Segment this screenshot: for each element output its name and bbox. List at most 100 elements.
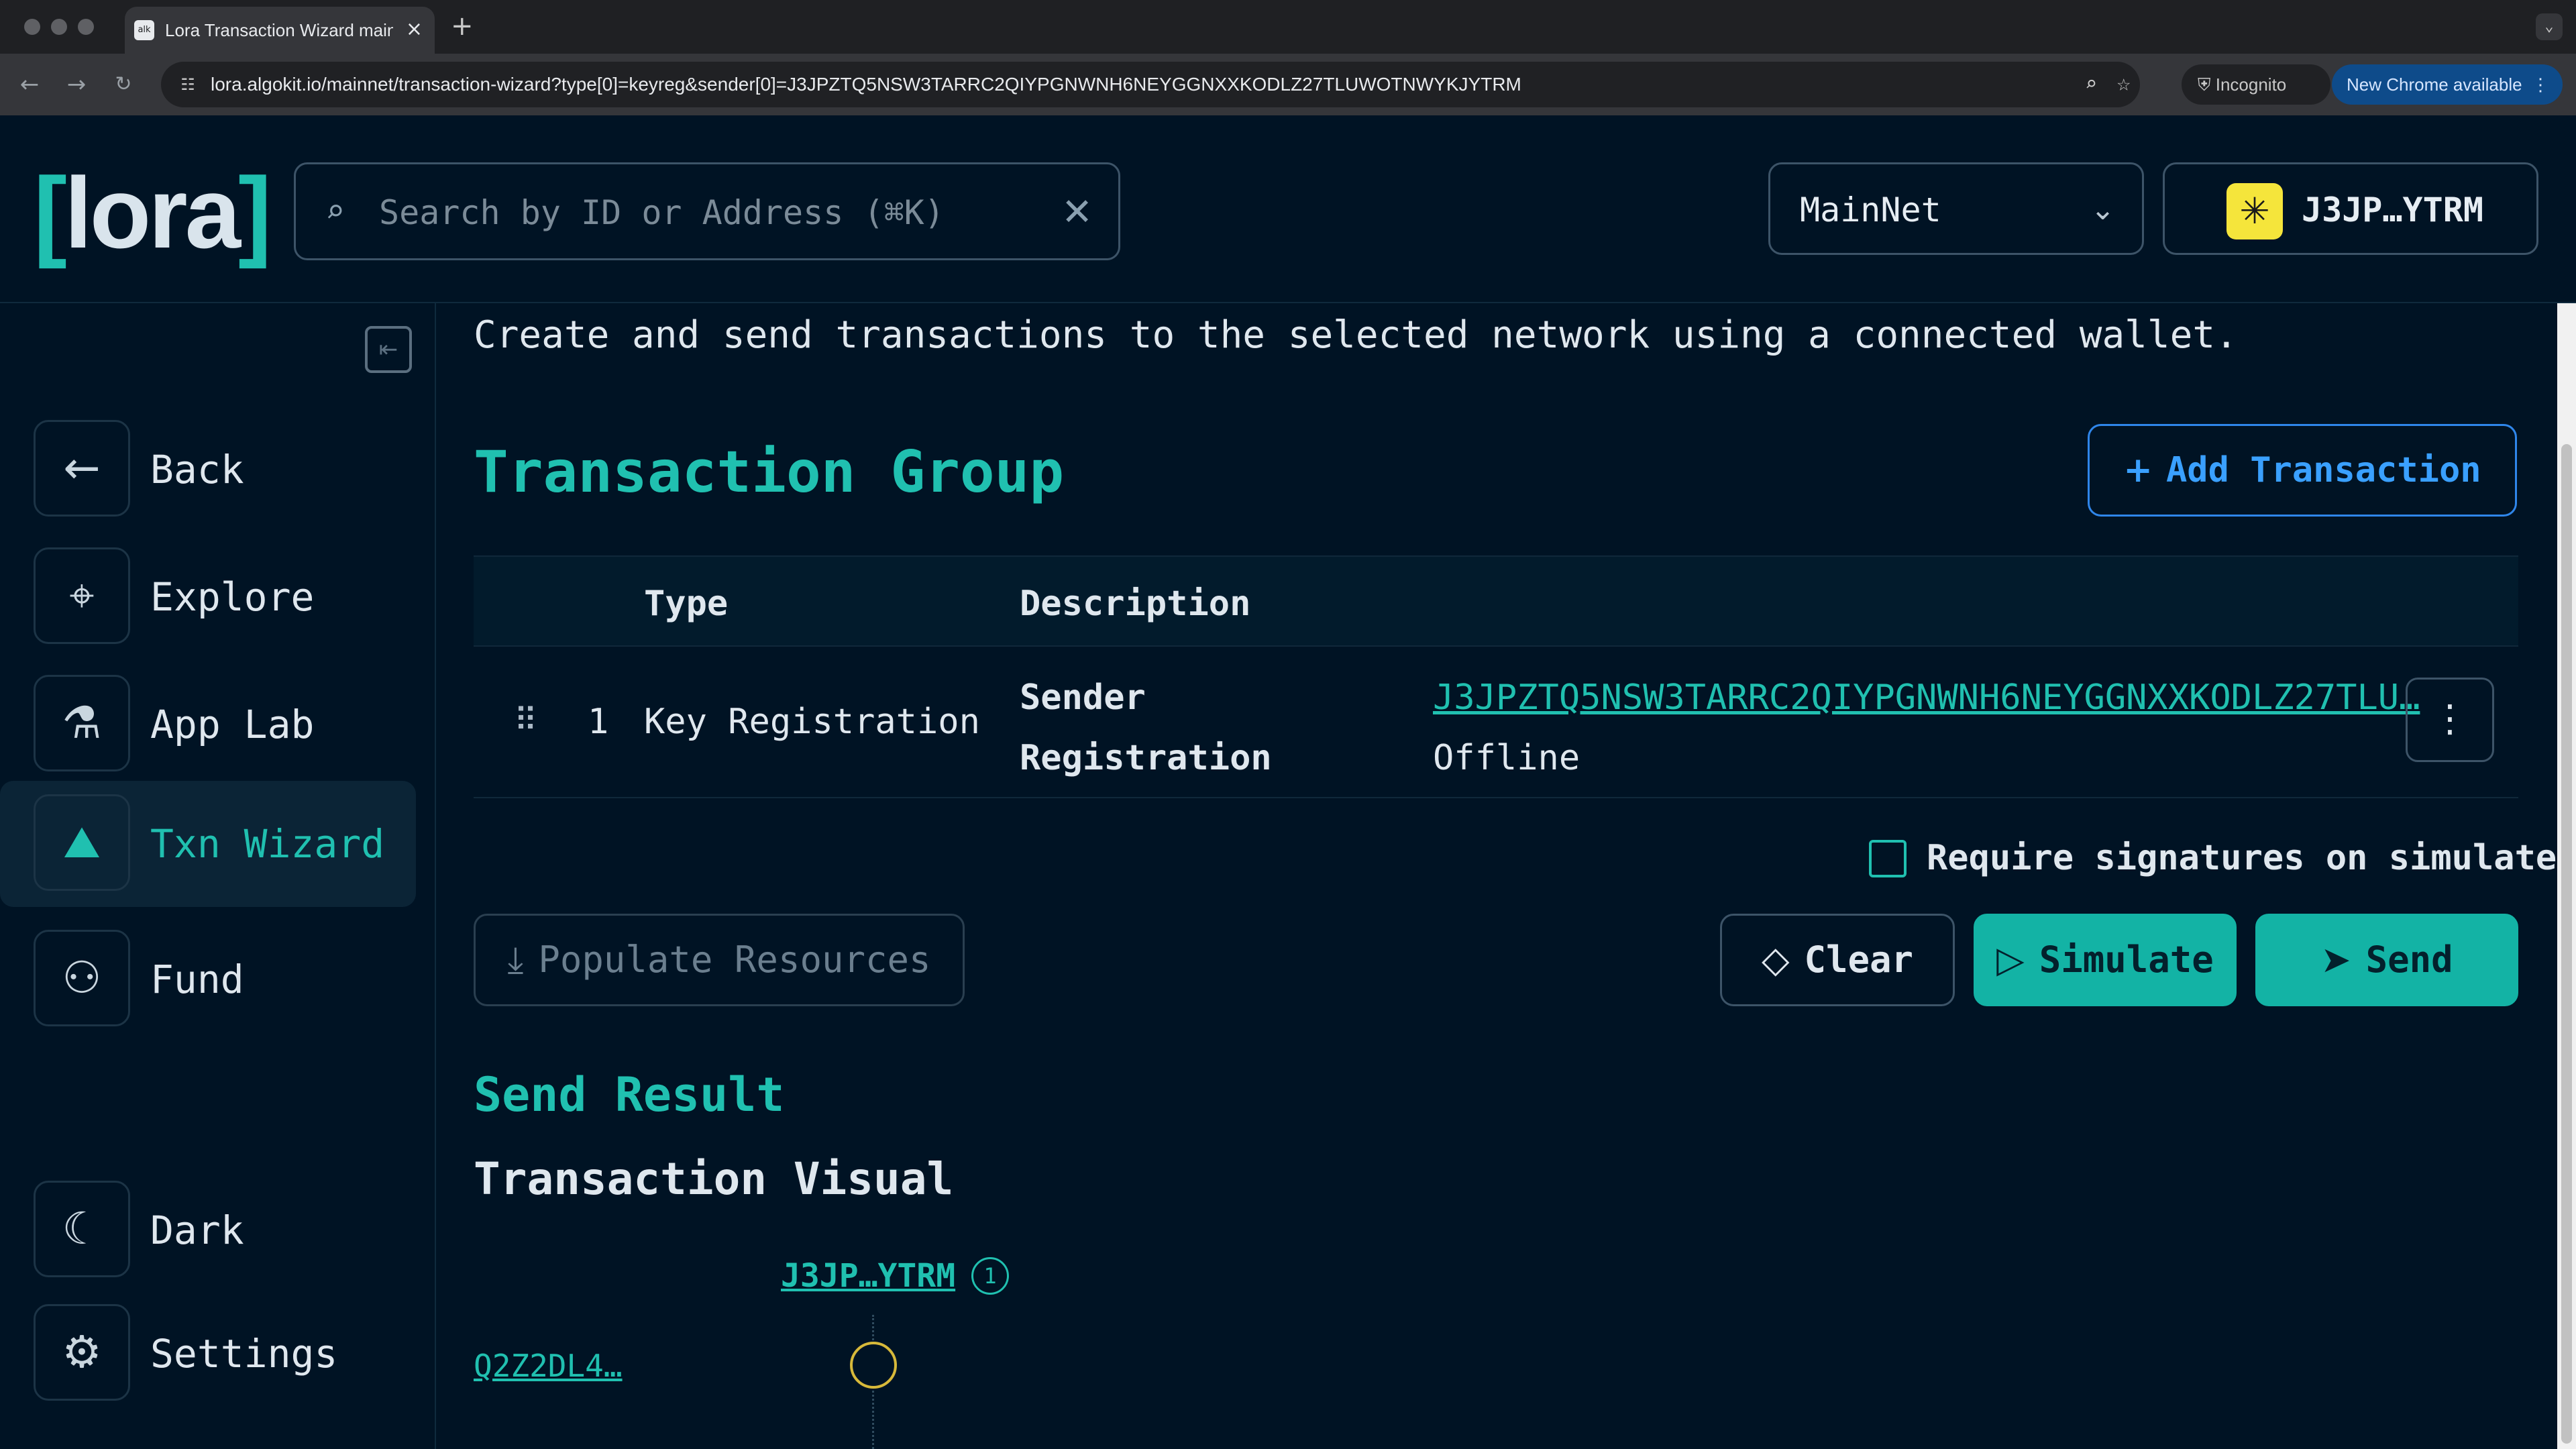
transaction-id-link[interactable]: Q2Z2DL4… <box>474 1346 623 1386</box>
theme-toggle-dark[interactable]: ☾ Dark <box>0 1151 416 1277</box>
new-tab-button[interactable]: + <box>451 11 474 42</box>
window-minimize-dot[interactable] <box>51 19 67 35</box>
account-count-badge: 1 <box>971 1257 1009 1295</box>
populate-resources-label: Populate Resources <box>538 938 931 981</box>
coins-icon: ⚇ <box>34 930 130 1026</box>
sidebar-item-label: Txn Wizard <box>150 821 385 867</box>
zoom-icon[interactable]: ⌕ <box>2085 71 2097 98</box>
transaction-group-heading: Transaction Group <box>474 439 1065 506</box>
row-index: 1 <box>588 702 609 742</box>
browser-toolbar: ← → ↻ ☷ lora.algokit.io/mainnet/transact… <box>0 54 2576 115</box>
network-value: MainNet <box>1800 191 1941 229</box>
logo-bracket-left: [ <box>34 156 67 269</box>
logo-bracket-right: ] <box>238 156 272 269</box>
sender-address-link[interactable]: J3JPZTQ5NSW3TARRC2QIYPGNWNH6NEYGGNXXKODL… <box>1433 676 2420 719</box>
sidebar-item-fund[interactable]: ⚇ Fund <box>0 900 416 1026</box>
telescope-icon: ⌖ <box>34 547 130 644</box>
site-settings-icon[interactable]: ☷ <box>176 72 200 97</box>
sidebar-item-app-lab[interactable]: ⚗ App Lab <box>0 645 416 771</box>
bookmark-star-icon[interactable]: ☆ <box>2117 70 2131 97</box>
lora-logo[interactable]: [lora] <box>34 156 272 270</box>
send-result-heading: Send Result <box>474 1067 785 1122</box>
app-header: [lora] ⌕ ✕ MainNet ⌄ ✳ J3JP…YTRM <box>0 115 2576 303</box>
visual-account-link[interactable]: J3JP…YTRM <box>781 1256 955 1296</box>
moon-icon: ☾ <box>34 1181 130 1277</box>
play-square-icon: ▷ <box>1996 938 2025 981</box>
eraser-icon: ◇ <box>1761 938 1790 981</box>
paper-plane-icon: ➤ <box>2320 938 2351 981</box>
chrome-update-label: New Chrome available <box>2347 74 2522 95</box>
sidebar-item-explore[interactable]: ⌖ Explore <box>0 518 416 644</box>
row-actions-menu-icon[interactable]: ⋮ <box>2406 678 2494 762</box>
clear-search-icon[interactable]: ✕ <box>1061 187 1093 238</box>
kebab-menu-icon[interactable]: ⋮ <box>2532 64 2549 105</box>
browser-tab-strip: alk Lora Transaction Wizard mainnet × + … <box>0 0 2576 54</box>
sidebar-item-label: App Lab <box>150 702 315 747</box>
wallet-button[interactable]: ✳ J3JP…YTRM <box>2163 162 2538 255</box>
reload-icon[interactable]: ↻ <box>107 68 140 101</box>
transaction-table: Type Description ⠿ 1 Key Registration Se… <box>474 555 2518 798</box>
table-header: Type Description <box>474 555 2518 647</box>
search-input[interactable] <box>379 184 1023 241</box>
window-zoom-dot[interactable] <box>78 19 94 35</box>
sidebar-item-settings[interactable]: ⚙ Settings <box>0 1275 416 1401</box>
search-box[interactable]: ⌕ ✕ <box>294 162 1120 260</box>
forward-arrow-icon[interactable]: → <box>60 68 93 101</box>
window-close-dot[interactable] <box>24 19 40 35</box>
sidebar-item-txn-wizard[interactable]: ⛰ Txn Wizard <box>0 781 416 907</box>
field-label-sender: Sender <box>1020 678 1146 718</box>
clear-label: Clear <box>1804 938 1914 981</box>
sidebar-item-label: Settings <box>150 1331 338 1377</box>
column-header-type: Type <box>644 584 729 624</box>
scrollbar-thumb[interactable] <box>2561 444 2572 1444</box>
plus-icon: + <box>2123 450 2153 490</box>
site-favicon-icon: alk <box>134 20 154 40</box>
drag-handle-icon[interactable]: ⠿ <box>514 700 537 741</box>
column-header-description: Description <box>1020 584 1251 624</box>
sidebar-item-label: Explore <box>150 574 315 620</box>
clear-button[interactable]: ◇ Clear <box>1720 914 1955 1006</box>
page-scrollbar[interactable] <box>2557 303 2576 1449</box>
field-label-registration: Registration <box>1020 738 1272 778</box>
send-button[interactable]: ➤ Send <box>2255 914 2518 1006</box>
wallet-provider-icon: ✳ <box>2226 183 2283 239</box>
simulate-button[interactable]: ▷ Simulate <box>1974 914 2237 1006</box>
sidebar-item-label: Fund <box>150 957 244 1002</box>
gear-icon: ⚙ <box>34 1304 130 1401</box>
send-label: Send <box>2365 938 2453 981</box>
url-text[interactable]: lora.algokit.io/mainnet/transaction-wiza… <box>211 74 1521 95</box>
arrow-left-icon: ← <box>34 420 130 517</box>
incognito-icon: ⛨ <box>2198 74 2216 95</box>
flask-icon: ⚗ <box>34 675 130 771</box>
chevron-down-icon: ⌄ <box>2090 193 2115 227</box>
sidebar: ⇤ ← Back ⌖ Explore ⚗ App Lab ⛰ Txn Wizar… <box>0 303 436 1449</box>
tab-search-chevron-icon[interactable]: ⌄ <box>2536 13 2563 40</box>
collapse-sidebar-icon[interactable]: ⇤ <box>365 326 412 373</box>
add-transaction-label: Add Transaction <box>2165 450 2481 490</box>
network-select[interactable]: MainNet ⌄ <box>1768 162 2144 255</box>
sidebar-item-label: Back <box>150 447 244 492</box>
page-description: Create and send transactions to the sele… <box>474 313 2238 357</box>
logo-text: lora <box>64 156 241 269</box>
tab-title: Lora Transaction Wizard mainnet <box>165 20 393 40</box>
chrome-update-button[interactable]: New Chrome available ⋮ <box>2332 64 2563 105</box>
populate-resources-button[interactable]: ⤓ Populate Resources <box>474 914 965 1006</box>
wizard-hat-icon: ⛰ <box>34 794 130 891</box>
sidebar-item-label: Dark <box>150 1208 244 1253</box>
transaction-node[interactable] <box>850 1342 897 1389</box>
registration-value: Offline <box>1433 738 1580 778</box>
table-row: ⠿ 1 Key Registration Sender J3JPZTQ5NSW3… <box>474 647 2518 798</box>
tab-close-icon[interactable]: × <box>406 19 423 40</box>
back-arrow-icon[interactable]: ← <box>13 68 46 101</box>
add-transaction-button[interactable]: + Add Transaction <box>2088 424 2517 517</box>
require-signatures-checkbox[interactable] <box>1869 840 1907 877</box>
address-bar[interactable]: ☷ lora.algokit.io/mainnet/transaction-wi… <box>161 62 2140 107</box>
require-signatures-label: Require signatures on simulate <box>1927 838 2557 878</box>
simulate-label: Simulate <box>2039 938 2214 981</box>
row-type: Key Registration <box>644 702 980 742</box>
incognito-label: Incognito <box>2215 74 2287 95</box>
browser-tab[interactable]: alk Lora Transaction Wizard mainnet × <box>125 7 435 54</box>
sidebar-item-back[interactable]: ← Back <box>0 390 416 517</box>
incognito-indicator[interactable]: ⛨ Incognito <box>2182 64 2330 105</box>
search-icon: ⌕ <box>325 193 345 230</box>
